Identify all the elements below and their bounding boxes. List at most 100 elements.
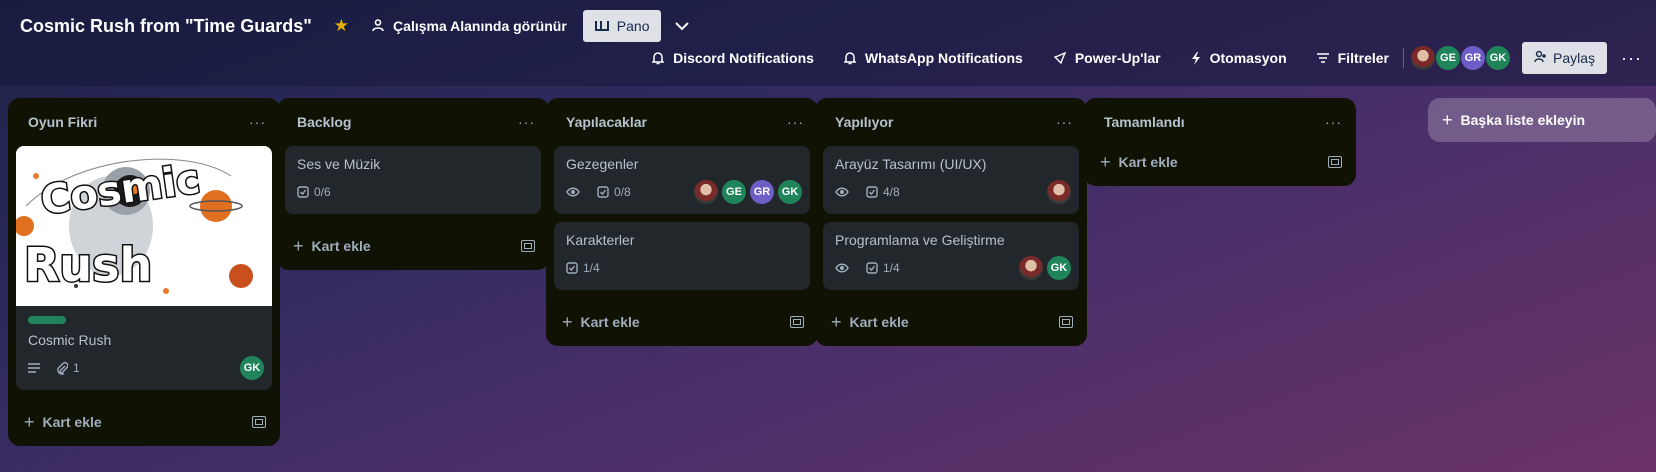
share-button[interactable]: Paylaş — [1521, 42, 1608, 74]
more-icon[interactable]: ··· — [518, 114, 535, 130]
chevron-down-icon[interactable] — [675, 21, 690, 31]
attachment-count: 1 — [73, 361, 80, 375]
checklist-badge: 4/8 — [866, 185, 900, 199]
plus-icon: + — [293, 235, 304, 256]
card-title: Ses ve Müzik — [297, 156, 381, 172]
filters-button[interactable]: Filtreler — [1316, 50, 1389, 66]
card-badges: 1/4 — [566, 256, 798, 280]
card-title: Arayüz Tasarımı (UI/UX) — [835, 156, 987, 172]
card-badges: 0/6 — [297, 180, 529, 204]
list-title[interactable]: Yapılıyor — [835, 114, 893, 130]
more-icon[interactable]: ··· — [249, 114, 266, 130]
checklist-badge: 1/4 — [566, 261, 600, 275]
card-members — [1043, 180, 1071, 204]
avatar[interactable] — [1019, 256, 1043, 280]
add-card-button[interactable]: + Kart ekle — [831, 312, 909, 333]
add-card-row: + Kart ekle — [815, 298, 1087, 346]
avatar[interactable]: GE — [1435, 46, 1460, 70]
list-header: Oyun Fikri ··· — [8, 98, 280, 146]
checklist-count: 1/4 — [883, 261, 900, 275]
template-icon[interactable] — [1059, 316, 1073, 328]
list-title[interactable]: Backlog — [297, 114, 351, 130]
template-icon[interactable] — [1328, 156, 1342, 168]
checklist-badge: 0/8 — [597, 185, 631, 199]
template-icon[interactable] — [521, 240, 535, 252]
discord-notifications-button[interactable]: Discord Notifications — [652, 50, 814, 66]
list-yapiliyor: Yapılıyor ··· Arayüz Tasarımı (UI/UX) 4/… — [815, 98, 1087, 346]
list-title[interactable]: Yapılacaklar — [566, 114, 647, 130]
card-cover-image: Cosmic Rush — [16, 146, 272, 306]
checkbox-icon — [866, 262, 878, 274]
avatar[interactable] — [694, 180, 718, 204]
avatar[interactable]: GR — [750, 180, 774, 204]
add-card-button[interactable]: + Kart ekle — [1100, 152, 1178, 173]
more-icon[interactable]: ··· — [787, 114, 804, 130]
avatar[interactable]: GE — [722, 180, 746, 204]
checkbox-icon — [866, 186, 878, 198]
visibility-button[interactable]: Çalışma Alanında görünür — [371, 18, 567, 35]
view-switcher-button[interactable]: Pano — [582, 10, 662, 42]
checklist-count: 4/8 — [883, 185, 900, 199]
automation-button[interactable]: Otomasyon — [1191, 50, 1287, 66]
list-header: Yapılıyor ··· — [815, 98, 1087, 146]
powerups-button[interactable]: Power-Up'lar — [1053, 50, 1161, 66]
avatar[interactable]: GK — [240, 356, 264, 380]
add-card-row: + Kart ekle — [8, 398, 280, 446]
card-cosmic-rush[interactable]: Cosmic Rush Cosmic Rush 1 GK — [16, 146, 272, 390]
avatar[interactable] — [1410, 46, 1435, 70]
avatar[interactable]: GR — [1460, 46, 1485, 70]
plus-icon: + — [1100, 151, 1111, 172]
automation-label: Otomasyon — [1209, 50, 1287, 66]
list-title[interactable]: Tamamlandı — [1104, 114, 1185, 130]
avatar[interactable]: GK — [1047, 256, 1071, 280]
board-members: GE GR GK — [1410, 46, 1510, 70]
add-card-label: Kart ekle — [311, 238, 371, 254]
paperclip-icon — [57, 361, 68, 375]
checkbox-icon — [297, 186, 309, 198]
card-title: Programlama ve Geliştirme — [835, 232, 1005, 248]
people-icon — [371, 18, 385, 35]
filters-label: Filtreler — [1337, 50, 1389, 66]
toolbar-divider — [1402, 48, 1404, 68]
template-icon[interactable] — [790, 316, 804, 328]
card-ses-ve-muzik[interactable]: Ses ve Müzik 0/6 — [285, 146, 541, 214]
more-icon[interactable]: ··· — [1325, 114, 1342, 130]
list-backlog: Backlog ··· Ses ve Müzik 0/6 + Kart ekle — [277, 98, 549, 270]
list-yapilacaklar: Yapılacaklar ··· Gezegenler 0/8 GE GR GK — [546, 98, 818, 346]
list-header: Yapılacaklar ··· — [546, 98, 818, 146]
add-card-button[interactable]: + Kart ekle — [24, 412, 102, 433]
card-label[interactable] — [28, 316, 66, 324]
avatar[interactable] — [1047, 180, 1071, 204]
whatsapp-label: WhatsApp Notifications — [864, 50, 1023, 66]
card-programlama[interactable]: Programlama ve Geliştirme 1/4 GK — [823, 222, 1079, 290]
powerups-label: Power-Up'lar — [1074, 50, 1161, 66]
avatar[interactable]: GK — [778, 180, 802, 204]
star-icon[interactable]: ★ — [334, 16, 349, 36]
eye-icon — [835, 263, 849, 273]
add-card-button[interactable]: + Kart ekle — [562, 312, 640, 333]
add-card-label: Kart ekle — [580, 314, 640, 330]
card-karakterler[interactable]: Karakterler 1/4 — [554, 222, 810, 290]
list-title[interactable]: Oyun Fikri — [28, 114, 97, 130]
more-icon[interactable]: ··· — [1621, 48, 1642, 69]
board-title[interactable]: Cosmic Rush from "Time Guards" — [20, 16, 312, 37]
add-list-button[interactable]: + Başka liste ekleyin — [1428, 98, 1656, 142]
plus-icon: + — [831, 311, 842, 332]
add-card-row: + Kart ekle — [1084, 138, 1356, 186]
add-card-button[interactable]: + Kart ekle — [293, 236, 371, 257]
checklist-count: 0/8 — [614, 185, 631, 199]
add-card-row: + Kart ekle — [277, 222, 549, 270]
plus-icon: + — [24, 411, 35, 432]
whatsapp-notifications-button[interactable]: WhatsApp Notifications — [843, 50, 1023, 66]
more-icon[interactable]: ··· — [1056, 114, 1073, 130]
checklist-count: 1/4 — [583, 261, 600, 275]
bell-icon — [652, 51, 665, 65]
add-card-label: Kart ekle — [42, 414, 102, 430]
lightning-icon — [1191, 51, 1201, 65]
template-icon[interactable] — [252, 416, 266, 428]
eye-icon — [835, 187, 849, 197]
card-badges: 1 — [28, 356, 260, 380]
avatar[interactable]: GK — [1485, 46, 1510, 70]
card-arayuz-tasarimi[interactable]: Arayüz Tasarımı (UI/UX) 4/8 — [823, 146, 1079, 214]
card-gezegenler[interactable]: Gezegenler 0/8 GE GR GK — [554, 146, 810, 214]
